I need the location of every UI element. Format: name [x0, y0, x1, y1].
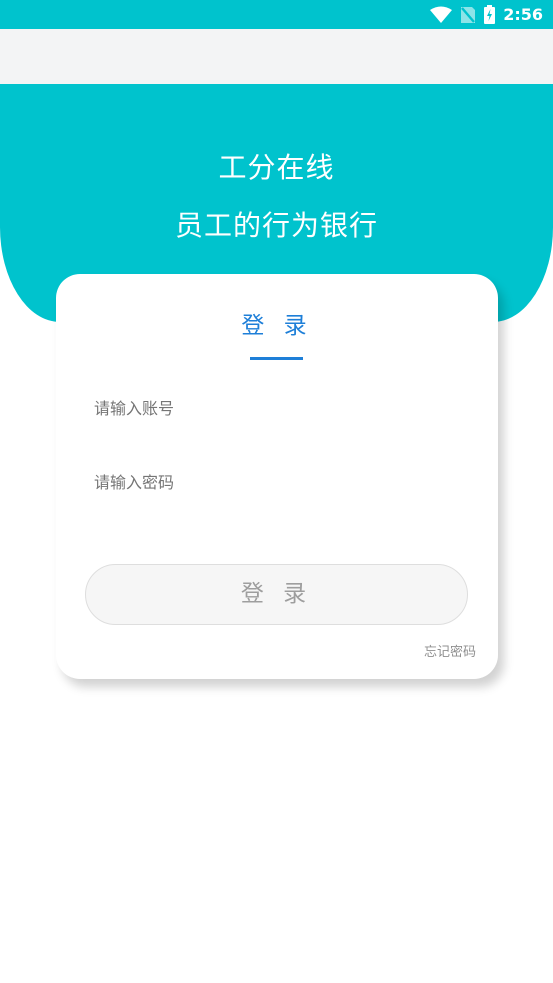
app-subtitle: 员工的行为银行 [174, 209, 378, 242]
app-header-bar [0, 29, 553, 84]
status-time: 2:56 [503, 5, 543, 24]
app-title: 工分在线 [218, 151, 335, 184]
login-card-title: 登 录 [241, 313, 313, 339]
status-bar: 2:56 [0, 0, 553, 29]
no-sim-icon [460, 6, 476, 24]
forgot-password-link[interactable]: 忘记密码 [424, 641, 476, 660]
login-card: 登 录 登 录 忘记密码 [56, 274, 498, 679]
account-input[interactable] [94, 394, 464, 422]
title-underline [250, 357, 303, 360]
wifi-icon [430, 6, 453, 24]
login-button[interactable]: 登 录 [85, 564, 468, 625]
status-icons: 2:56 [430, 0, 543, 29]
battery-charging-icon [484, 5, 496, 24]
password-input[interactable] [94, 468, 464, 496]
